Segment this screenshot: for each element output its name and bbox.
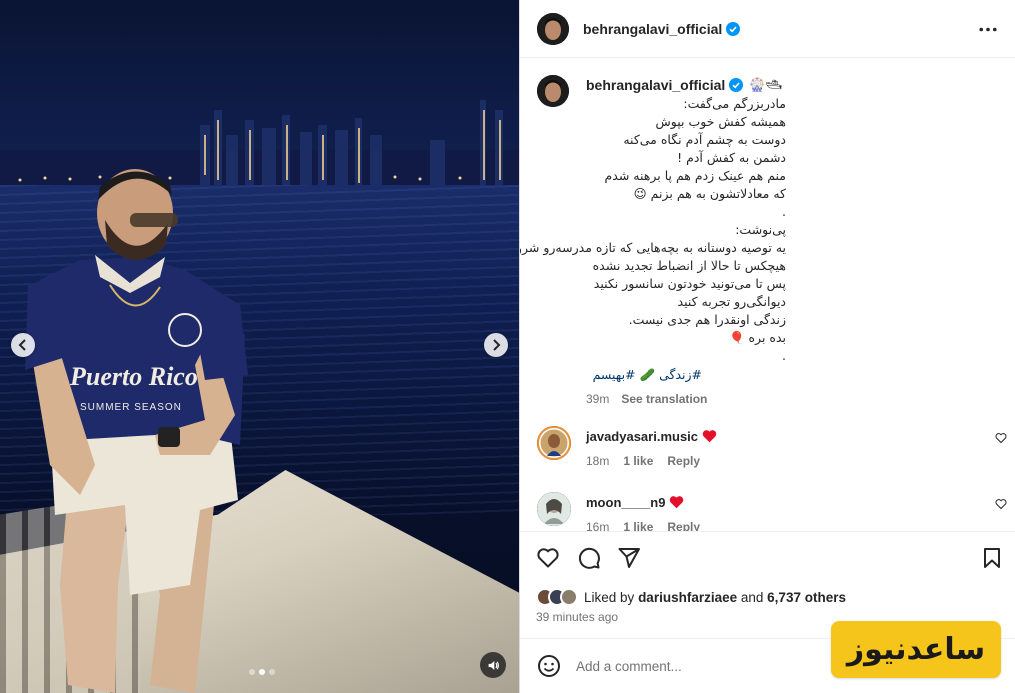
comments-section[interactable]: behrangalavi_official 🎡🛥 مادربزرگم می‌گف… xyxy=(520,59,1015,531)
commenter-avatar[interactable] xyxy=(537,492,571,526)
caption-line: مادربزرگم می‌گفت: xyxy=(683,96,786,111)
liker-avatars[interactable] xyxy=(536,588,578,606)
audio-toggle-button[interactable] xyxy=(480,652,506,678)
comment-likes-count[interactable]: 1 like xyxy=(623,520,653,531)
post-details-panel: behrangalavi_official behrangalavi_offic… xyxy=(519,0,1015,693)
liked-by-others-link[interactable]: 6,737 others xyxy=(767,590,846,605)
post-actions-bar xyxy=(520,531,1015,583)
author-avatar[interactable] xyxy=(537,12,569,45)
liked-by-joiner: and xyxy=(740,589,764,605)
carousel-dot xyxy=(269,669,275,675)
caption-timestamp: 39m xyxy=(586,392,610,406)
more-options-button[interactable] xyxy=(976,20,1000,38)
svg-text:Puerto Rico: Puerto Rico xyxy=(69,362,198,391)
chevron-left-icon xyxy=(18,339,26,351)
hashtag-link[interactable]: #بهیسم xyxy=(593,367,636,382)
caption-line: . xyxy=(782,204,786,219)
caption-line: همیشه کفش خوب بپوش xyxy=(655,114,787,129)
comment-timestamp: 18m xyxy=(586,454,610,468)
carousel-indicator xyxy=(249,669,275,675)
site-watermark-logo: ساعدنیوز xyxy=(831,621,1001,678)
hashtag-link[interactable]: #زندگی xyxy=(659,367,702,382)
post-media[interactable]: Puerto Rico SUMMER SEASON xyxy=(0,0,519,693)
caption-line: که معادلاتشون به هم بزنم 😉 xyxy=(633,186,786,201)
comment-input[interactable] xyxy=(576,658,816,674)
comment-like-heart-icon[interactable] xyxy=(995,432,1007,444)
caption-text: مادربزرگم می‌گفت: همیشه کفش خوب بپوش دوست … xyxy=(520,95,787,365)
verified-badge-icon xyxy=(729,78,744,92)
comment-reply-button[interactable]: Reply xyxy=(667,520,700,531)
red-heart-emoji-icon xyxy=(702,430,717,443)
commenter-avatar[interactable] xyxy=(537,426,571,460)
post-header: behrangalavi_official xyxy=(520,0,1015,58)
comment-bubble-icon[interactable] xyxy=(577,546,601,570)
comment-like-heart-icon[interactable] xyxy=(995,498,1007,510)
liked-by-user-link[interactable]: dariushfarziaee xyxy=(638,590,737,605)
carousel-previous-button[interactable] xyxy=(11,333,35,357)
like-heart-icon[interactable] xyxy=(536,546,560,570)
likes-summary: Liked by dariushfarziaee and 6,737 other… xyxy=(536,586,846,608)
caption-line: یه توصیه دوستانه به بچه‌هایی که تازه مدر… xyxy=(520,240,786,255)
caption-line: پس تا می‌تونید خودتون سانسور نکنید xyxy=(593,276,786,291)
verified-badge-icon xyxy=(726,21,741,36)
caption-line: دوست به چشم آدم نگاه می‌کنه xyxy=(623,132,786,147)
caption-line: هیچکس تا حالا از انضباط تجدید نشده xyxy=(592,258,786,273)
chevron-right-icon xyxy=(493,339,501,351)
speaker-icon xyxy=(488,660,499,670)
caption-emojis: 🎡🛥 xyxy=(749,77,782,92)
caption-line: زندگی اونقدرا هم جدی نیست. xyxy=(628,312,786,327)
comment-likes-count[interactable]: 1 like xyxy=(623,454,653,468)
comment-item: moon____n9 16m 1 like Reply xyxy=(537,492,1007,531)
svg-text:SUMMER SEASON: SUMMER SEASON xyxy=(80,402,182,413)
save-bookmark-icon[interactable] xyxy=(980,546,1004,570)
carousel-dot-active xyxy=(259,669,265,675)
carousel-dot xyxy=(249,669,255,675)
comment-timestamp: 16m xyxy=(586,520,610,531)
caption-line: دشمن به کفش آدم ! xyxy=(677,150,786,165)
caption-username[interactable]: behrangalavi_official xyxy=(586,77,725,93)
comment-username[interactable]: javadyasari.music xyxy=(586,429,717,444)
caption-line: منم هم عینک زدم هم پا برهنه شدم xyxy=(604,168,786,183)
person-figure: Puerto Rico SUMMER SEASON xyxy=(25,169,248,693)
caption-line: . xyxy=(782,348,786,363)
liker-avatar xyxy=(560,588,578,606)
post-timestamp: 39 minutes ago xyxy=(536,610,619,624)
see-translation-link[interactable]: See translation xyxy=(621,392,707,408)
emoji-picker-icon[interactable] xyxy=(537,654,561,678)
carousel-next-button[interactable] xyxy=(484,333,508,357)
caption-line: پی‌نوشت: xyxy=(735,222,786,237)
cucumber-emoji: 🥒 xyxy=(639,367,656,382)
caption-line: دیوانگی‌رو تجربه کنید xyxy=(677,294,786,309)
author-username[interactable]: behrangalavi_official xyxy=(583,21,741,37)
share-paper-plane-icon[interactable] xyxy=(617,546,641,570)
comment-item: javadyasari.music 18m 1 like Reply xyxy=(537,426,1007,486)
comment-username[interactable]: moon____n9 xyxy=(586,495,684,510)
more-horizontal-icon xyxy=(979,27,997,31)
liked-by-prefix: Liked by xyxy=(584,589,635,605)
caption-author-avatar[interactable] xyxy=(537,75,569,107)
caption-hashtags: #زندگی 🥒 #بهیسم xyxy=(586,366,702,384)
caption-line: بده بره 🎈 xyxy=(728,330,786,345)
red-heart-emoji-icon xyxy=(670,496,684,509)
comment-reply-button[interactable]: Reply xyxy=(667,454,700,468)
